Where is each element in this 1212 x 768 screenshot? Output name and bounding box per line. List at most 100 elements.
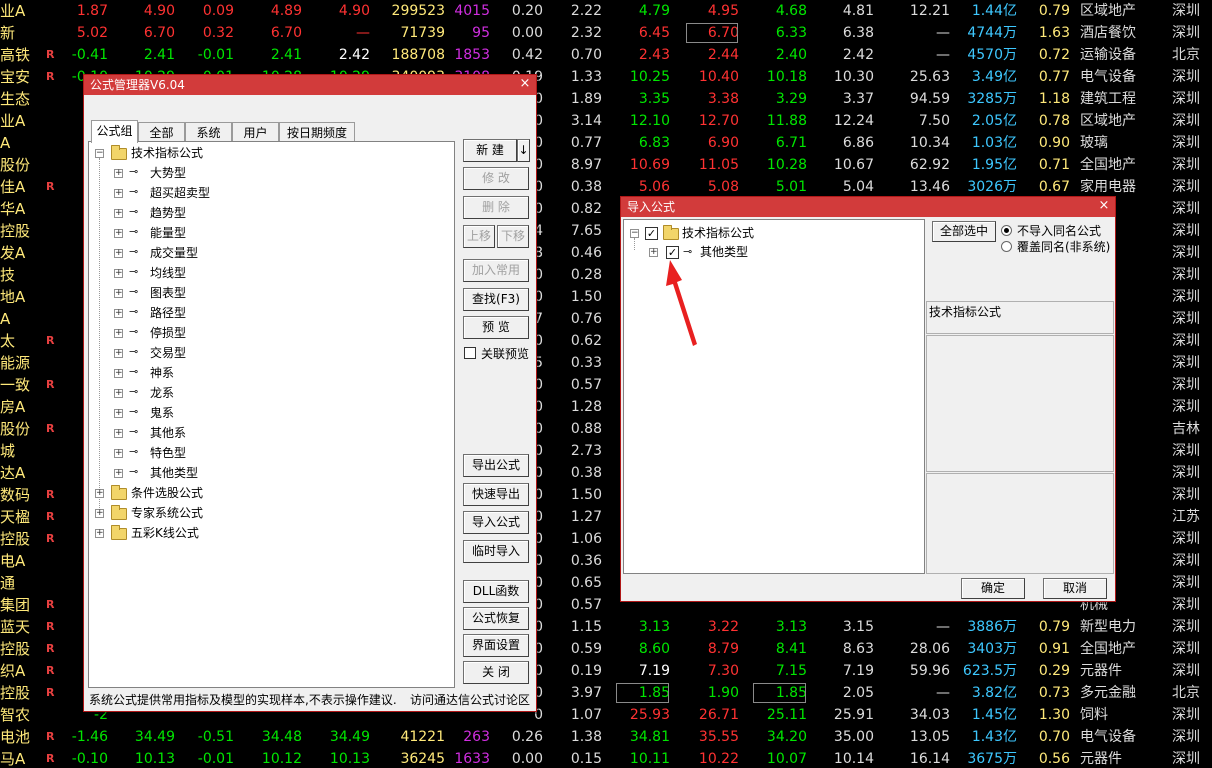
skip-duplicate-radio[interactable]: [1001, 225, 1012, 236]
select-all-button[interactable]: 全部选中: [932, 221, 996, 242]
collapse-icon[interactable]: −: [95, 149, 104, 158]
ui-settings-button[interactable]: 界面设置: [463, 634, 529, 657]
quote-row[interactable]: 马A R -0.10 10.13 -0.01 10.12 10.13 36245 1633 0.0…: [0, 748, 1212, 768]
quick-export-button[interactable]: 快速导出: [463, 483, 529, 506]
dll-function-button[interactable]: DLL函数: [463, 580, 529, 603]
expand-icon[interactable]: +: [114, 189, 123, 198]
preview-button[interactable]: 预 览: [463, 316, 529, 339]
quote-cell: 深圳: [1172, 641, 1200, 657]
tree-item-label[interactable]: 图表型: [150, 284, 186, 302]
export-formula-button[interactable]: 导出公式: [463, 454, 529, 477]
expand-icon[interactable]: +: [114, 409, 123, 418]
tree-item-label[interactable]: 大势型: [150, 164, 186, 182]
tree-group-label[interactable]: 专家系统公式: [131, 504, 203, 522]
quote-cell: 深圳: [1172, 157, 1200, 173]
tree-item-label[interactable]: 交易型: [150, 344, 186, 362]
tab-all[interactable]: 全部: [138, 122, 185, 142]
tree-item-label[interactable]: 其他类型: [150, 464, 198, 482]
expand-icon[interactable]: +: [114, 289, 123, 298]
forum-link[interactable]: 访问通达信公式讨论区: [410, 693, 530, 707]
quote-cell: 3.29: [775, 91, 807, 107]
temp-import-button[interactable]: 临时导入: [463, 540, 529, 563]
tree-item-label[interactable]: 能量型: [150, 224, 186, 242]
quote-row[interactable]: 高铁 R -0.41 2.41 -0.01 2.41 2.42 188708 1853 0.42 0…: [0, 44, 1212, 66]
cancel-button[interactable]: 取消: [1043, 578, 1107, 599]
import-formula-button[interactable]: 导入公式: [463, 511, 529, 534]
tree-item-label[interactable]: 神系: [150, 364, 174, 382]
tree-item-label[interactable]: 特色型: [150, 444, 186, 462]
quote-cell: 6.70: [143, 25, 175, 41]
expand-icon[interactable]: +: [114, 249, 123, 258]
expand-icon[interactable]: +: [649, 248, 658, 257]
expand-icon[interactable]: +: [114, 469, 123, 478]
root-checkbox[interactable]: ✓: [645, 227, 658, 240]
expand-icon[interactable]: +: [114, 389, 123, 398]
stock-name: 业A: [0, 2, 26, 20]
close-icon[interactable]: ×: [1096, 198, 1112, 214]
expand-icon[interactable]: +: [114, 269, 123, 278]
tree-item-label[interactable]: 停损型: [150, 324, 186, 342]
tab-formula-group[interactable]: 公式组: [91, 120, 138, 143]
new-button[interactable]: 新 建: [463, 139, 517, 162]
status-text: 系统公式提供常用指标及模型的实现样本,不表示操作建议.: [89, 693, 397, 707]
quote-cell: 34.81: [629, 729, 670, 745]
tree-root-label[interactable]: 技术指标公式: [131, 144, 203, 162]
collapse-icon[interactable]: −: [630, 229, 639, 238]
add-to-common-button[interactable]: 加入常用: [463, 259, 529, 282]
tree-root-label[interactable]: 技术指标公式: [682, 224, 754, 242]
stock-name: 生态: [0, 90, 31, 108]
expand-icon[interactable]: +: [95, 529, 104, 538]
modify-button[interactable]: 修 改: [463, 167, 529, 190]
new-menu-button[interactable]: ↓: [517, 139, 530, 162]
tree-item-label[interactable]: 鬼系: [150, 404, 174, 422]
close-icon[interactable]: ×: [517, 76, 533, 92]
tree-item-label[interactable]: 路径型: [150, 304, 186, 322]
expand-icon[interactable]: +: [114, 209, 123, 218]
margin-flag: [46, 550, 58, 572]
tree-group-label[interactable]: 五彩K线公式: [131, 524, 199, 542]
quote-cell: —: [356, 25, 370, 41]
link-preview-checkbox[interactable]: [464, 347, 476, 359]
formula-manager-titlebar[interactable]: 公式管理器V6.04 ×: [84, 75, 536, 95]
expand-icon[interactable]: +: [114, 349, 123, 358]
tab-by-date-frequency[interactable]: 按日期频度: [279, 122, 355, 142]
expand-icon[interactable]: +: [95, 509, 104, 518]
tree-item-label[interactable]: 超买超卖型: [150, 184, 210, 202]
tree-item-label[interactable]: 趋势型: [150, 204, 186, 222]
import-formula-tree[interactable]: − ✓ 技术指标公式 + ✓ ⊸ 其他类型: [623, 219, 925, 574]
overwrite-duplicate-radio[interactable]: [1001, 241, 1012, 252]
expand-icon[interactable]: +: [114, 449, 123, 458]
expand-icon[interactable]: +: [114, 309, 123, 318]
tree-group-label[interactable]: 条件选股公式: [131, 484, 203, 502]
quote-cell: 深圳: [1172, 355, 1200, 371]
formula-tree[interactable]: − 技术指标公式 + ⊸ 大势型 + ⊸ 超买超卖型 + ⊸ 趋势型 + ⊸ 能量型 + ⊸ 成交量型 + ⊸ 均线型…: [88, 141, 455, 688]
tab-user[interactable]: 用户: [232, 122, 279, 142]
quote-cell: 25.91: [833, 707, 874, 723]
import-dialog-titlebar[interactable]: 导入公式 ×: [621, 197, 1115, 217]
tab-system[interactable]: 系统: [185, 122, 232, 142]
formula-restore-button[interactable]: 公式恢复: [463, 607, 529, 630]
expand-icon[interactable]: +: [114, 329, 123, 338]
tree-item-label[interactable]: 成交量型: [150, 244, 198, 262]
move-down-button[interactable]: 下移: [497, 225, 529, 248]
quote-cell: 34.03: [909, 707, 950, 723]
expand-icon[interactable]: +: [114, 429, 123, 438]
tree-item-label[interactable]: 龙系: [150, 384, 174, 402]
expand-icon[interactable]: +: [95, 489, 104, 498]
close-button[interactable]: 关 闭: [463, 661, 529, 684]
delete-button[interactable]: 删 除: [463, 196, 529, 219]
tree-item-label[interactable]: 均线型: [150, 264, 186, 282]
expand-icon[interactable]: +: [114, 169, 123, 178]
find-button[interactable]: 查找(F3): [463, 288, 529, 311]
expand-icon[interactable]: +: [114, 369, 123, 378]
quote-row[interactable]: 业A 1.87 4.90 0.09 4.89 4.90 299523 4015 0.20 2.22…: [0, 0, 1212, 22]
expand-icon[interactable]: +: [114, 229, 123, 238]
quote-row[interactable]: 电池 R -1.46 34.49 -0.51 34.48 34.49 41221 263 0.26…: [0, 726, 1212, 748]
preview-label: 预 览: [482, 320, 510, 334]
quote-cell: 运输设备: [1080, 47, 1136, 63]
tree-item-label[interactable]: 其他系: [150, 424, 186, 442]
ok-button[interactable]: 确定: [961, 578, 1025, 599]
stock-name: 通: [0, 574, 16, 592]
quote-row[interactable]: 新 5.02 6.70 0.32 6.70 — 71739 95 0.00 2.32 6.45 6.7…: [0, 22, 1212, 44]
move-up-button[interactable]: 上移: [463, 225, 495, 248]
